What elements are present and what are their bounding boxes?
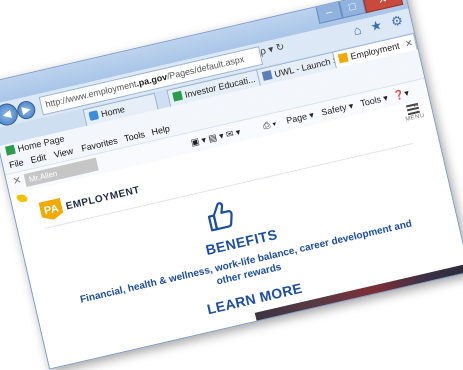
green-icon: [5, 144, 16, 156]
uwl-icon: [261, 70, 273, 81]
favorites-star-icon[interactable]: ★: [369, 17, 384, 34]
site-logo[interactable]: PA EMPLOYMENT: [38, 180, 141, 222]
scroll-up-icon[interactable]: ⌃: [411, 102, 422, 115]
print-icon[interactable]: ⎙ ▾: [261, 116, 277, 133]
gear-icon[interactable]: ⚙: [390, 12, 405, 29]
green-icon: [172, 90, 183, 102]
url-host: .pa.gov: [135, 71, 169, 89]
pa-icon: [337, 52, 349, 64]
stage: – □ ✕ ◀ ▶ http://www.employment.pa.gov/P…: [0, 0, 463, 370]
maximize-button[interactable]: □: [339, 0, 367, 19]
minimize-button[interactable]: –: [315, 1, 343, 24]
thumbs-up-icon: [207, 202, 233, 232]
browser-window: – □ ✕ ◀ ▶ http://www.employment.pa.gov/P…: [0, 0, 463, 370]
close-icon[interactable]: ✕: [12, 175, 23, 188]
ie-icon: [88, 110, 100, 121]
forward-button[interactable]: ▶: [15, 99, 38, 121]
pa-logo-icon: PA: [38, 198, 64, 222]
search-refresh-tools[interactable]: ρ ▾ ↻: [259, 42, 285, 58]
home-icon[interactable]: ⌂: [352, 22, 363, 38]
close-tab-icon[interactable]: ✕: [404, 38, 414, 49]
favorites-add-icon[interactable]: [16, 193, 28, 204]
help-menu[interactable]: ❓▾: [392, 86, 410, 103]
